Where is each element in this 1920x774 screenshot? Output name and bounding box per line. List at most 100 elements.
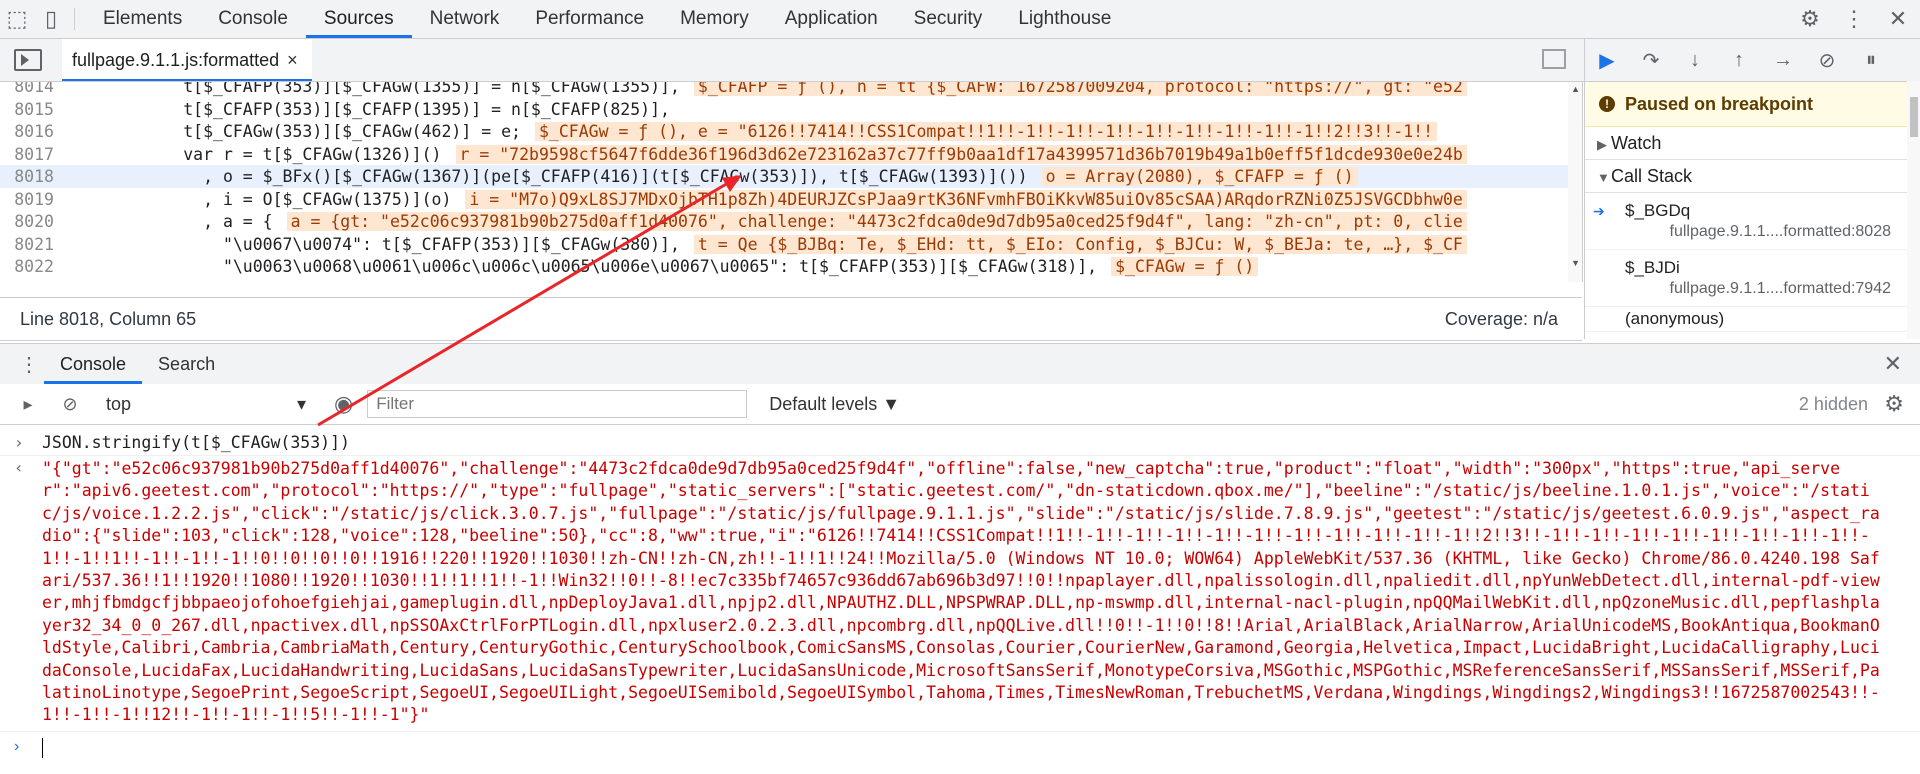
gear-icon[interactable]: ⚙ <box>1788 6 1832 32</box>
inline-variable-value: o = Array(2080), $_CFAFP = ƒ () <box>1041 167 1358 186</box>
code-text: , a = { <box>64 212 273 231</box>
code-text: var r = t[$_CFAGw(1326)]() <box>64 144 442 164</box>
line-number[interactable]: 8016 <box>0 120 54 143</box>
tab-security[interactable]: Security <box>896 0 1001 38</box>
watch-section[interactable]: ▶ Watch <box>1585 127 1920 160</box>
code-text: , i = O[$_CFAGw(1375)](o) <box>64 189 452 209</box>
device-toolbar-icon[interactable]: ▯ <box>34 0 68 38</box>
line-number[interactable]: 8020 <box>0 210 54 233</box>
context-selector[interactable]: top ▾ <box>106 394 320 415</box>
file-tab[interactable]: fullpage.9.1.1.js:formatted × <box>62 39 312 81</box>
console-filter-input[interactable] <box>367 390 748 418</box>
clear-console-icon[interactable]: ⊘ <box>56 394 84 415</box>
line-number[interactable]: 8023 <box>0 278 54 283</box>
drawer-tab-console[interactable]: Console <box>44 344 143 384</box>
tab-application[interactable]: Application <box>767 0 896 38</box>
code-editor[interactable]: 8014 t[$_CFAFP(353)][$_CFAGw(1355)] = n[… <box>0 82 1583 282</box>
tab-network[interactable]: Network <box>412 0 518 38</box>
tab-performance[interactable]: Performance <box>517 0 662 38</box>
more-options-icon[interactable]: ⋮ <box>1832 6 1876 32</box>
code-line[interactable]: 8017 var r = t[$_CFAGw(1326)]() r = "72b9… <box>0 143 1568 166</box>
scrollbar-thumb[interactable] <box>1910 97 1918 137</box>
sidebar-scrollbar[interactable] <box>1907 81 1920 339</box>
toggle-navigator-icon[interactable] <box>14 49 42 71</box>
context-value: top <box>106 393 132 414</box>
code-line[interactable]: 8018 , o = $_BFx()[$_CFAGw(1367)](pe[$_C… <box>0 165 1568 188</box>
hidden-messages-count: 2 hidden <box>1798 393 1868 414</box>
code-line[interactable]: 8014 t[$_CFAFP(353)][$_CFAGw(1355)] = n[… <box>0 82 1568 98</box>
current-frame-arrow-icon: ➔ <box>1593 203 1605 219</box>
inline-variable-value: $_CFAGw = ƒ () <box>1111 257 1259 276</box>
show-sidebar-icon[interactable]: ▸ <box>14 394 42 415</box>
line-number[interactable]: 8017 <box>0 143 54 166</box>
inspect-element-icon[interactable]: ⬚ <box>0 0 34 38</box>
console-result-text[interactable]: "{"gt":"e52c06c937981b90b275d0aff1d40076… <box>42 458 1882 727</box>
tab-lighthouse[interactable]: Lighthouse <box>1000 0 1129 38</box>
cursor-position: Line 8018, Column 65 <box>20 309 197 329</box>
line-number[interactable]: 8015 <box>0 98 54 121</box>
line-number[interactable]: 8022 <box>0 255 54 278</box>
step-into-icon[interactable]: ↓ <box>1673 49 1717 72</box>
frame-function: $_BJDi <box>1625 258 1680 277</box>
code-text: t[$_CFAFP(353)][$_CFAGw(1355)] = n[$_CFA… <box>64 82 680 96</box>
close-tab-icon[interactable]: × <box>287 50 298 70</box>
tab-elements[interactable]: Elements <box>85 0 200 38</box>
tab-console[interactable]: Console <box>200 0 306 38</box>
code-line[interactable]: 8016 t[$_CFAGw(353)][$_CFAGw(462)] = e; $… <box>0 120 1568 143</box>
code-line[interactable]: 8020 , a = {a = {gt: "e52c06c937981b90b2… <box>0 210 1568 233</box>
toolbar-divider <box>74 8 75 30</box>
code-horizontal-scrollbar[interactable] <box>72 280 1570 282</box>
result-chevron-icon: ‹ <box>14 458 24 477</box>
drawer-menu-icon[interactable]: ⋮ <box>14 352 44 377</box>
close-drawer-icon[interactable]: ✕ <box>1884 351 1902 377</box>
call-stack-section[interactable]: ▼Call Stack <box>1585 160 1920 193</box>
line-number[interactable]: 8018 <box>0 165 54 188</box>
code-line[interactable]: 8015 t[$_CFAFP(353)][$_CFAFP(1395)] = n[… <box>0 98 1568 121</box>
line-number[interactable]: 8014 <box>0 82 54 98</box>
toggle-debugger-icon[interactable] <box>1542 49 1566 69</box>
frame-function: $_BGDq <box>1625 201 1691 220</box>
code-line[interactable]: 8021 "\u0067\u0074": t[$_CFAFP(353)][$_C… <box>0 233 1568 256</box>
line-number[interactable]: 8019 <box>0 188 54 211</box>
editor-status-bar: Line 8018, Column 65 Coverage: n/a <box>0 297 1582 341</box>
console-output[interactable]: › JSON.stringify(t[$_CFAGw(353)]) ‹ "{"g… <box>0 425 1920 774</box>
step-out-icon[interactable]: ↑ <box>1717 49 1761 72</box>
scroll-up-icon[interactable]: ▲ <box>1571 84 1580 94</box>
console-settings-gear-icon[interactable]: ⚙ <box>1884 391 1904 417</box>
call-frame[interactable]: $_BJDi fullpage.9.1.1....formatted:7942 <box>1585 250 1920 307</box>
live-expression-eye-icon[interactable]: ◉ <box>334 391 353 417</box>
code-vertical-scrollbar[interactable]: ▲ ▼ <box>1568 82 1582 282</box>
dropdown-arrow-icon: ▾ <box>296 393 306 414</box>
deactivate-breakpoints-icon[interactable]: ⊘ <box>1805 48 1849 73</box>
console-prompt[interactable]: › <box>0 731 1920 762</box>
paused-banner: ! Paused on breakpoint <box>1585 82 1920 127</box>
tab-memory[interactable]: Memory <box>662 0 767 38</box>
code-text: , o = $_BFx()[$_CFAGw(1367)](pe[$_CFAFP(… <box>64 167 1028 186</box>
prompt-chevron-icon: › <box>14 738 20 755</box>
call-frame[interactable]: ➔ $_BGDq fullpage.9.1.1....formatted:802… <box>1585 193 1920 250</box>
line-number[interactable]: 8021 <box>0 233 54 256</box>
resume-icon[interactable]: ▶ <box>1585 48 1629 73</box>
code-line[interactable]: 8019 , i = O[$_CFAGw(1375)](o) i = "M7o)Q… <box>0 188 1568 211</box>
log-levels-dropdown[interactable]: Default levels ▼ <box>769 394 900 415</box>
pause-on-exceptions-icon[interactable]: ⏸ <box>1849 49 1893 72</box>
frame-function: (anonymous) <box>1625 309 1725 328</box>
inline-variable-value: r = "72b9598cf5647f6dde36f196d3d62e72316… <box>455 144 1467 164</box>
step-over-icon[interactable]: ↷ <box>1629 48 1673 73</box>
frame-location[interactable]: fullpage.9.1.1....formatted:7942 <box>1670 280 1891 298</box>
drawer-tab-search[interactable]: Search <box>142 344 231 384</box>
tab-sources[interactable]: Sources <box>305 0 412 38</box>
code-text: t[$_CFAFP(353)][$_CFAFP(1395)] = n[$_CFA… <box>64 99 670 119</box>
call-frame[interactable]: (anonymous) <box>1585 307 1920 332</box>
devtools-main-toolbar: ⬚ ▯ Elements Console Sources Network Per… <box>0 0 1920 39</box>
console-toolbar: ▸ ⊘ top ▾ ◉ Default levels ▼ 2 hidden ⚙ <box>0 384 1920 425</box>
inline-variable-value: i = "M7o)Q9xL8SJ7MDxOjbTH1p8Zh)4DEURJZCs… <box>465 189 1467 209</box>
scroll-down-icon[interactable]: ▼ <box>1571 258 1580 268</box>
frame-location[interactable]: fullpage.9.1.1....formatted:8028 <box>1670 223 1891 241</box>
code-line[interactable]: 8022 "\u0063\u0068\u0061\u006c\u006c\u00… <box>0 255 1568 278</box>
coverage-status[interactable]: Coverage: n/a <box>1445 298 1558 340</box>
watch-label: Watch <box>1611 133 1662 153</box>
step-icon[interactable]: → <box>1761 49 1805 72</box>
close-icon[interactable]: ✕ <box>1876 6 1920 32</box>
code-text: t[$_CFAGw(353)][$_CFAGw(462)] = e; <box>64 122 521 141</box>
